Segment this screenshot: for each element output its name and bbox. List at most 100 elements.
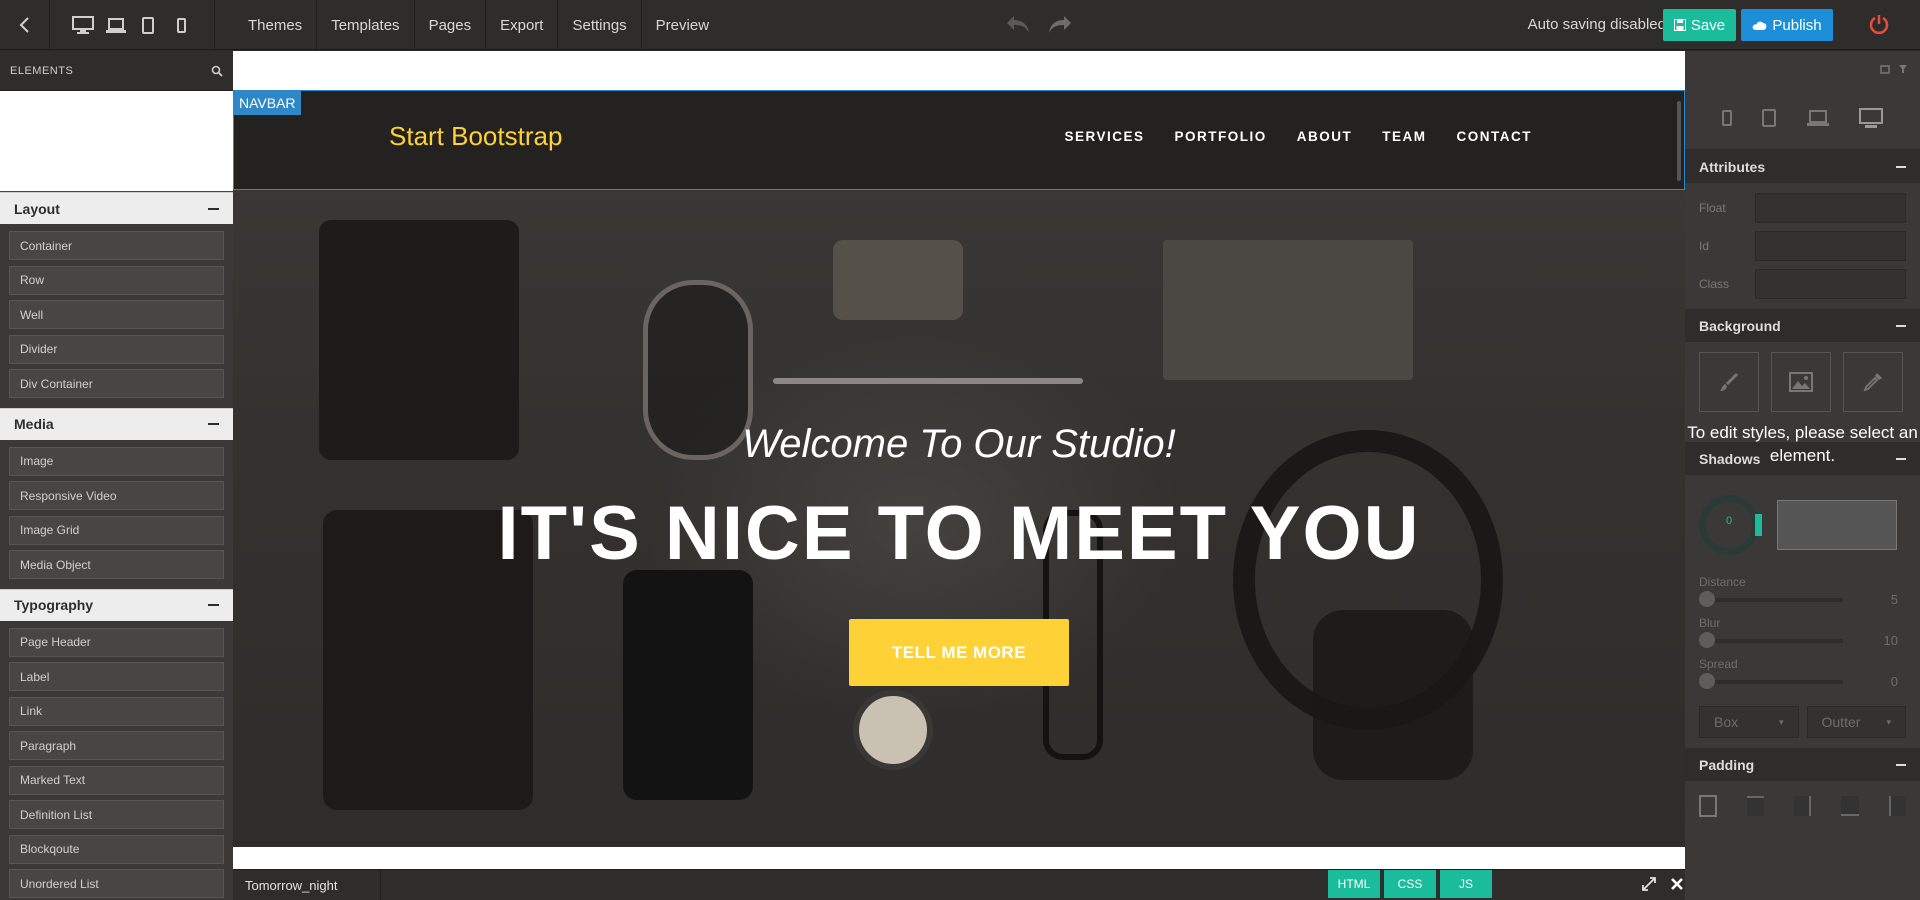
publish-button[interactable]: Publish bbox=[1741, 9, 1833, 41]
tab-js[interactable]: JS bbox=[1440, 870, 1492, 898]
redo-icon[interactable] bbox=[1046, 13, 1074, 35]
element-blockquote[interactable]: Blockqoute bbox=[9, 834, 224, 864]
laptop-view-button[interactable] bbox=[102, 0, 130, 50]
element-page-header[interactable]: Page Header bbox=[9, 627, 224, 657]
element-div-container[interactable]: Div Container bbox=[9, 369, 224, 398]
section-padding[interactable]: Padding bbox=[1685, 748, 1920, 781]
element-unordered-list[interactable]: Unordered List bbox=[9, 869, 224, 898]
distance-track[interactable] bbox=[1705, 598, 1843, 602]
autosave-status: Auto saving disabled bbox=[1527, 16, 1666, 33]
section-attributes[interactable]: Attributes bbox=[1685, 150, 1920, 183]
bg-color-option[interactable] bbox=[1699, 352, 1759, 412]
collapse-icon[interactable] bbox=[208, 604, 219, 606]
desktop-view-button[interactable] bbox=[69, 0, 97, 50]
category-typography[interactable]: Typography bbox=[0, 588, 233, 621]
element-divider[interactable]: Divider bbox=[9, 334, 224, 364]
tablet-icon[interactable] bbox=[1762, 108, 1777, 127]
tab-html[interactable]: HTML bbox=[1328, 870, 1380, 898]
menu-preview[interactable]: Preview bbox=[642, 0, 723, 50]
collapse-icon[interactable] bbox=[1896, 165, 1906, 168]
hero-header[interactable]: Welcome To Our Studio! IT'S NICE TO MEET… bbox=[233, 90, 1685, 847]
menu-pages[interactable]: Pages bbox=[415, 0, 487, 50]
back-button[interactable] bbox=[0, 0, 50, 50]
menu-themes[interactable]: Themes bbox=[234, 0, 318, 50]
undo-icon[interactable] bbox=[1004, 13, 1032, 35]
padding-right-option[interactable] bbox=[1793, 796, 1812, 816]
canvas-scrollbar[interactable] bbox=[1677, 101, 1681, 181]
shadow-angle-dial[interactable]: 0 bbox=[1699, 495, 1762, 555]
spread-slider[interactable]: Spread 0 bbox=[1685, 657, 1920, 698]
collapse-icon[interactable] bbox=[1896, 763, 1906, 766]
blur-value[interactable]: 10 bbox=[1866, 629, 1906, 653]
window-icon[interactable] bbox=[1880, 64, 1890, 74]
element-image[interactable]: Image bbox=[9, 446, 224, 476]
element-row[interactable]: Row bbox=[9, 265, 224, 295]
element-container[interactable]: Container bbox=[9, 231, 224, 260]
collapse-icon[interactable] bbox=[1896, 324, 1906, 327]
section-background[interactable]: Background bbox=[1685, 309, 1920, 342]
element-marked-text[interactable]: Marked Text bbox=[9, 765, 224, 795]
save-button[interactable]: Save bbox=[1663, 9, 1736, 41]
category-media[interactable]: Media bbox=[0, 407, 233, 440]
filter-icon[interactable] bbox=[1898, 64, 1908, 74]
collapse-icon[interactable] bbox=[208, 423, 219, 425]
menu-templates[interactable]: Templates bbox=[317, 0, 415, 50]
tell-me-more-button[interactable]: TELL ME MORE bbox=[849, 619, 1069, 686]
nav-link-team[interactable]: TEAM bbox=[1382, 129, 1426, 144]
collapse-icon[interactable] bbox=[208, 207, 219, 210]
editor-canvas[interactable]: Welcome To Our Studio! IT'S NICE TO MEET… bbox=[233, 51, 1685, 869]
blur-knob[interactable] bbox=[1699, 632, 1715, 648]
close-icon[interactable] bbox=[1669, 876, 1685, 892]
distance-slider[interactable]: Distance 5 bbox=[1685, 575, 1920, 616]
search-icon[interactable] bbox=[211, 65, 223, 77]
distance-knob[interactable] bbox=[1699, 591, 1715, 607]
element-label[interactable]: Label bbox=[9, 662, 224, 691]
navbar-section[interactable]: NAVBAR Start Bootstrap SERVICES PORTFOLI… bbox=[233, 90, 1685, 190]
element-link[interactable]: Link bbox=[9, 696, 224, 726]
editor-theme-select[interactable]: Tomorrow_night bbox=[233, 870, 381, 900]
class-input[interactable] bbox=[1755, 269, 1906, 299]
menu-export[interactable]: Export bbox=[486, 0, 559, 50]
shadow-type-select[interactable]: Box ▾ bbox=[1699, 706, 1799, 738]
bg-image-option[interactable] bbox=[1771, 352, 1831, 412]
nav-link-portfolio[interactable]: PORTFOLIO bbox=[1175, 129, 1267, 144]
element-well[interactable]: Well bbox=[9, 300, 224, 329]
hero-subtitle[interactable]: Welcome To Our Studio! bbox=[233, 422, 1685, 467]
tablet-view-button[interactable] bbox=[134, 0, 162, 50]
menu-settings[interactable]: Settings bbox=[558, 0, 642, 50]
shadow-angle-handle[interactable] bbox=[1755, 514, 1762, 536]
element-media-object[interactable]: Media Object bbox=[9, 550, 224, 579]
laptop-icon[interactable] bbox=[1806, 109, 1829, 126]
padding-left-option[interactable] bbox=[1888, 796, 1906, 816]
padding-top-option[interactable] bbox=[1746, 796, 1764, 816]
element-paragraph[interactable]: Paragraph bbox=[9, 731, 224, 760]
nav-link-services[interactable]: SERVICES bbox=[1064, 129, 1144, 144]
spread-track[interactable] bbox=[1705, 680, 1843, 684]
spread-knob[interactable] bbox=[1699, 673, 1715, 689]
element-image-grid[interactable]: Image Grid bbox=[9, 515, 224, 545]
category-layout[interactable]: Layout bbox=[0, 192, 233, 224]
bg-gradient-option[interactable] bbox=[1843, 352, 1903, 412]
power-button[interactable] bbox=[1868, 13, 1890, 40]
blur-slider[interactable]: Blur 10 bbox=[1685, 616, 1920, 657]
padding-all-checkbox[interactable] bbox=[1699, 795, 1717, 817]
nav-link-about[interactable]: ABOUT bbox=[1297, 129, 1353, 144]
distance-value[interactable]: 5 bbox=[1866, 588, 1906, 612]
padding-bottom-option[interactable] bbox=[1841, 796, 1859, 816]
shadow-position-select[interactable]: Outter ▾ bbox=[1806, 706, 1906, 738]
hero-title[interactable]: IT'S NICE TO MEET YOU bbox=[233, 490, 1685, 577]
nav-link-contact[interactable]: CONTACT bbox=[1457, 129, 1533, 144]
expand-icon[interactable] bbox=[1641, 876, 1657, 892]
phone-view-button[interactable] bbox=[167, 0, 195, 50]
element-definition-list[interactable]: Definition List bbox=[9, 800, 224, 829]
desktop-icon[interactable] bbox=[1859, 107, 1884, 128]
phone-icon[interactable] bbox=[1721, 109, 1732, 126]
navbar-brand[interactable]: Start Bootstrap bbox=[389, 121, 562, 152]
tab-css[interactable]: CSS bbox=[1384, 870, 1436, 898]
element-responsive-video[interactable]: Responsive Video bbox=[9, 481, 224, 510]
category-media-label: Media bbox=[14, 416, 54, 432]
id-input[interactable] bbox=[1755, 231, 1906, 261]
blur-track[interactable] bbox=[1705, 639, 1843, 643]
spread-value[interactable]: 0 bbox=[1866, 670, 1906, 694]
float-input[interactable] bbox=[1755, 193, 1906, 223]
